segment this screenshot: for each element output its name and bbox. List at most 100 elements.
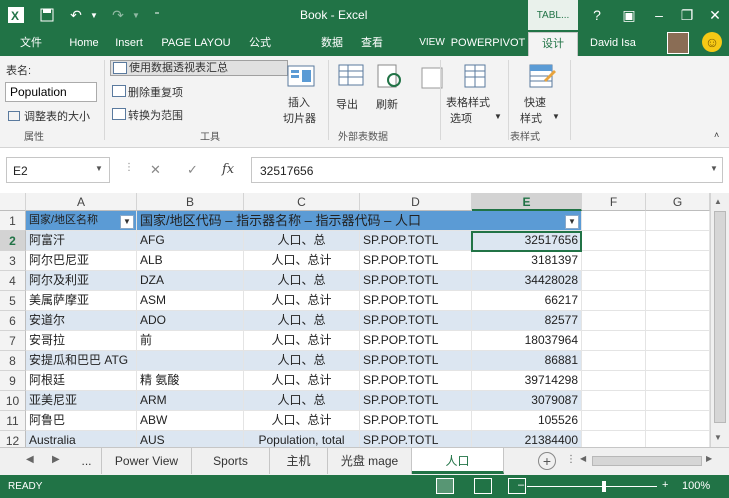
filter-dropdown-icon[interactable]: ▼	[565, 215, 579, 229]
horizontal-scrollbar[interactable]: ◀ ▶	[578, 454, 718, 468]
cell-population[interactable]: 82577	[472, 311, 582, 331]
tab-file[interactable]: 文件	[0, 30, 62, 56]
cell-indicator-code[interactable]: SP.POP.TOTL	[360, 311, 472, 331]
zoom-out-icon[interactable]: –	[518, 479, 524, 491]
cell-country-code[interactable]: 精 氨酸	[137, 371, 244, 391]
row-header[interactable]: 6	[0, 311, 26, 331]
empty-cell[interactable]	[582, 211, 646, 231]
table-style-options-label-2[interactable]: 选项	[450, 110, 472, 126]
summarize-pivot-button[interactable]: 使用数据透视表汇总	[110, 60, 288, 76]
tab-splitter-icon[interactable]: ⋮	[566, 454, 576, 465]
cell-indicator-code[interactable]: SP.POP.TOTL	[360, 331, 472, 351]
export-icon[interactable]	[336, 62, 366, 90]
filter-dropdown-icon[interactable]: ▼	[120, 215, 134, 229]
sheet-tab-disc-image[interactable]: 光盘 mage	[328, 448, 412, 474]
quick-styles-label-2[interactable]: 样式	[520, 110, 542, 126]
page-layout-view-icon[interactable]	[474, 478, 492, 494]
empty-cell[interactable]	[646, 371, 710, 391]
column-header-g[interactable]: G	[646, 193, 710, 211]
cell-population[interactable]: 86881	[472, 351, 582, 371]
zoom-slider-knob[interactable]	[602, 481, 606, 492]
empty-cell[interactable]	[646, 311, 710, 331]
quick-styles-label-1[interactable]: 快速	[524, 94, 546, 110]
add-sheet-icon[interactable]: +	[538, 452, 556, 470]
cell-country-code[interactable]: ADO	[137, 311, 244, 331]
quick-styles-icon[interactable]	[526, 62, 556, 90]
formula-input[interactable]: 32517656	[251, 157, 723, 183]
table-properties-icon[interactable]	[418, 64, 443, 92]
cell-country-code[interactable]	[137, 351, 244, 371]
cell-indicator-code[interactable]: SP.POP.TOTL	[360, 231, 472, 251]
cell-indicator-name[interactable]: 人口、总	[244, 231, 360, 251]
cell-country-code[interactable]: ASM	[137, 291, 244, 311]
zoom-in-icon[interactable]: +	[662, 479, 668, 491]
avatar[interactable]	[667, 32, 689, 54]
scroll-sheets-right-icon[interactable]: ▶	[52, 454, 60, 465]
cell-country-name[interactable]: 阿根廷	[26, 371, 137, 391]
redo-icon[interactable]: ↷	[108, 5, 128, 25]
cell-country-name[interactable]: Australia	[26, 431, 137, 447]
cell-indicator-name[interactable]: 人口、总	[244, 391, 360, 411]
tab-review[interactable]: 查看	[352, 30, 392, 56]
cell-country-name[interactable]: 阿尔巴尼亚	[26, 251, 137, 271]
undo-icon[interactable]: ↶	[66, 5, 86, 25]
user-name[interactable]: David Isa	[590, 30, 636, 56]
restore-button[interactable]: ❐	[676, 4, 698, 26]
vertical-scrollbar[interactable]: ▲ ▼	[710, 193, 729, 447]
scroll-up-icon[interactable]: ▲	[714, 197, 722, 206]
customize-toolbar-icon[interactable]: ⁼	[150, 5, 164, 25]
tab-data[interactable]: 数据	[312, 30, 352, 56]
sheet-tab-sports[interactable]: Sports	[192, 448, 270, 474]
table-style-options-icon[interactable]	[460, 62, 490, 90]
cell-population[interactable]: 105526	[472, 411, 582, 431]
cell-country-name[interactable]: 亚美尼亚	[26, 391, 137, 411]
zoom-slider[interactable]	[527, 481, 657, 492]
feedback-smiley-icon[interactable]: ☺	[702, 32, 722, 52]
cell-indicator-name[interactable]: 人口、总计	[244, 371, 360, 391]
empty-cell[interactable]	[582, 431, 646, 447]
cell-indicator-name[interactable]: Population, total	[244, 431, 360, 447]
cell-indicator-name[interactable]: 人口、总计	[244, 411, 360, 431]
row-header[interactable]: 12	[0, 431, 26, 447]
cell-country-name[interactable]: 阿富汗	[26, 231, 137, 251]
empty-cell[interactable]	[646, 291, 710, 311]
column-header-e[interactable]: E	[472, 193, 582, 211]
cell-indicator-name[interactable]: 人口、总计	[244, 251, 360, 271]
column-header-f[interactable]: F	[582, 193, 646, 211]
minimize-button[interactable]: –	[648, 4, 670, 26]
select-all-corner[interactable]	[0, 193, 26, 211]
refresh-icon[interactable]	[374, 62, 404, 90]
cell-population[interactable]: 21384400	[472, 431, 582, 447]
row-header[interactable]: 11	[0, 411, 26, 431]
cell-country-code[interactable]: ARM	[137, 391, 244, 411]
zoom-level[interactable]: 100%	[682, 480, 710, 492]
quick-styles-dropdown-icon[interactable]: ▼	[552, 112, 560, 121]
cell-country-code[interactable]: AFG	[137, 231, 244, 251]
style-options-dropdown-icon[interactable]: ▼	[494, 112, 502, 121]
empty-cell[interactable]	[582, 271, 646, 291]
column-header-c[interactable]: C	[244, 193, 360, 211]
cell-indicator-code[interactable]: SP.POP.TOTL	[360, 291, 472, 311]
remove-duplicates-button[interactable]: 删除重复项	[110, 84, 183, 100]
sheet-tab-power-view[interactable]: Power View	[102, 448, 192, 474]
table-tools-context-tab[interactable]: TABL...	[528, 0, 578, 30]
cell-indicator-code[interactable]: SP.POP.TOTL	[360, 351, 472, 371]
empty-cell[interactable]	[582, 411, 646, 431]
cell-country-code[interactable]: DZA	[137, 271, 244, 291]
cell-indicator-name[interactable]: 人口、总计	[244, 331, 360, 351]
scroll-sheets-left-icon[interactable]: ◀	[26, 454, 34, 465]
table-style-options-label-1[interactable]: 表格样式	[446, 94, 490, 110]
normal-view-icon[interactable]	[436, 478, 454, 494]
redo-dropdown-icon[interactable]: ▼	[130, 5, 142, 25]
horizontal-scroll-thumb[interactable]	[592, 456, 702, 466]
empty-cell[interactable]	[646, 231, 710, 251]
scroll-left-icon[interactable]: ◀	[580, 454, 586, 463]
empty-cell[interactable]	[582, 391, 646, 411]
cell-country-name[interactable]: 美属萨摩亚	[26, 291, 137, 311]
vertical-scroll-thumb[interactable]	[714, 211, 726, 423]
undo-dropdown-icon[interactable]: ▼	[88, 5, 100, 25]
cell-population[interactable]: 3181397	[472, 251, 582, 271]
cell-country-code[interactable]: AUS	[137, 431, 244, 447]
cell-indicator-code[interactable]: SP.POP.TOTL	[360, 371, 472, 391]
collapse-ribbon-icon[interactable]: ˄	[714, 130, 719, 140]
